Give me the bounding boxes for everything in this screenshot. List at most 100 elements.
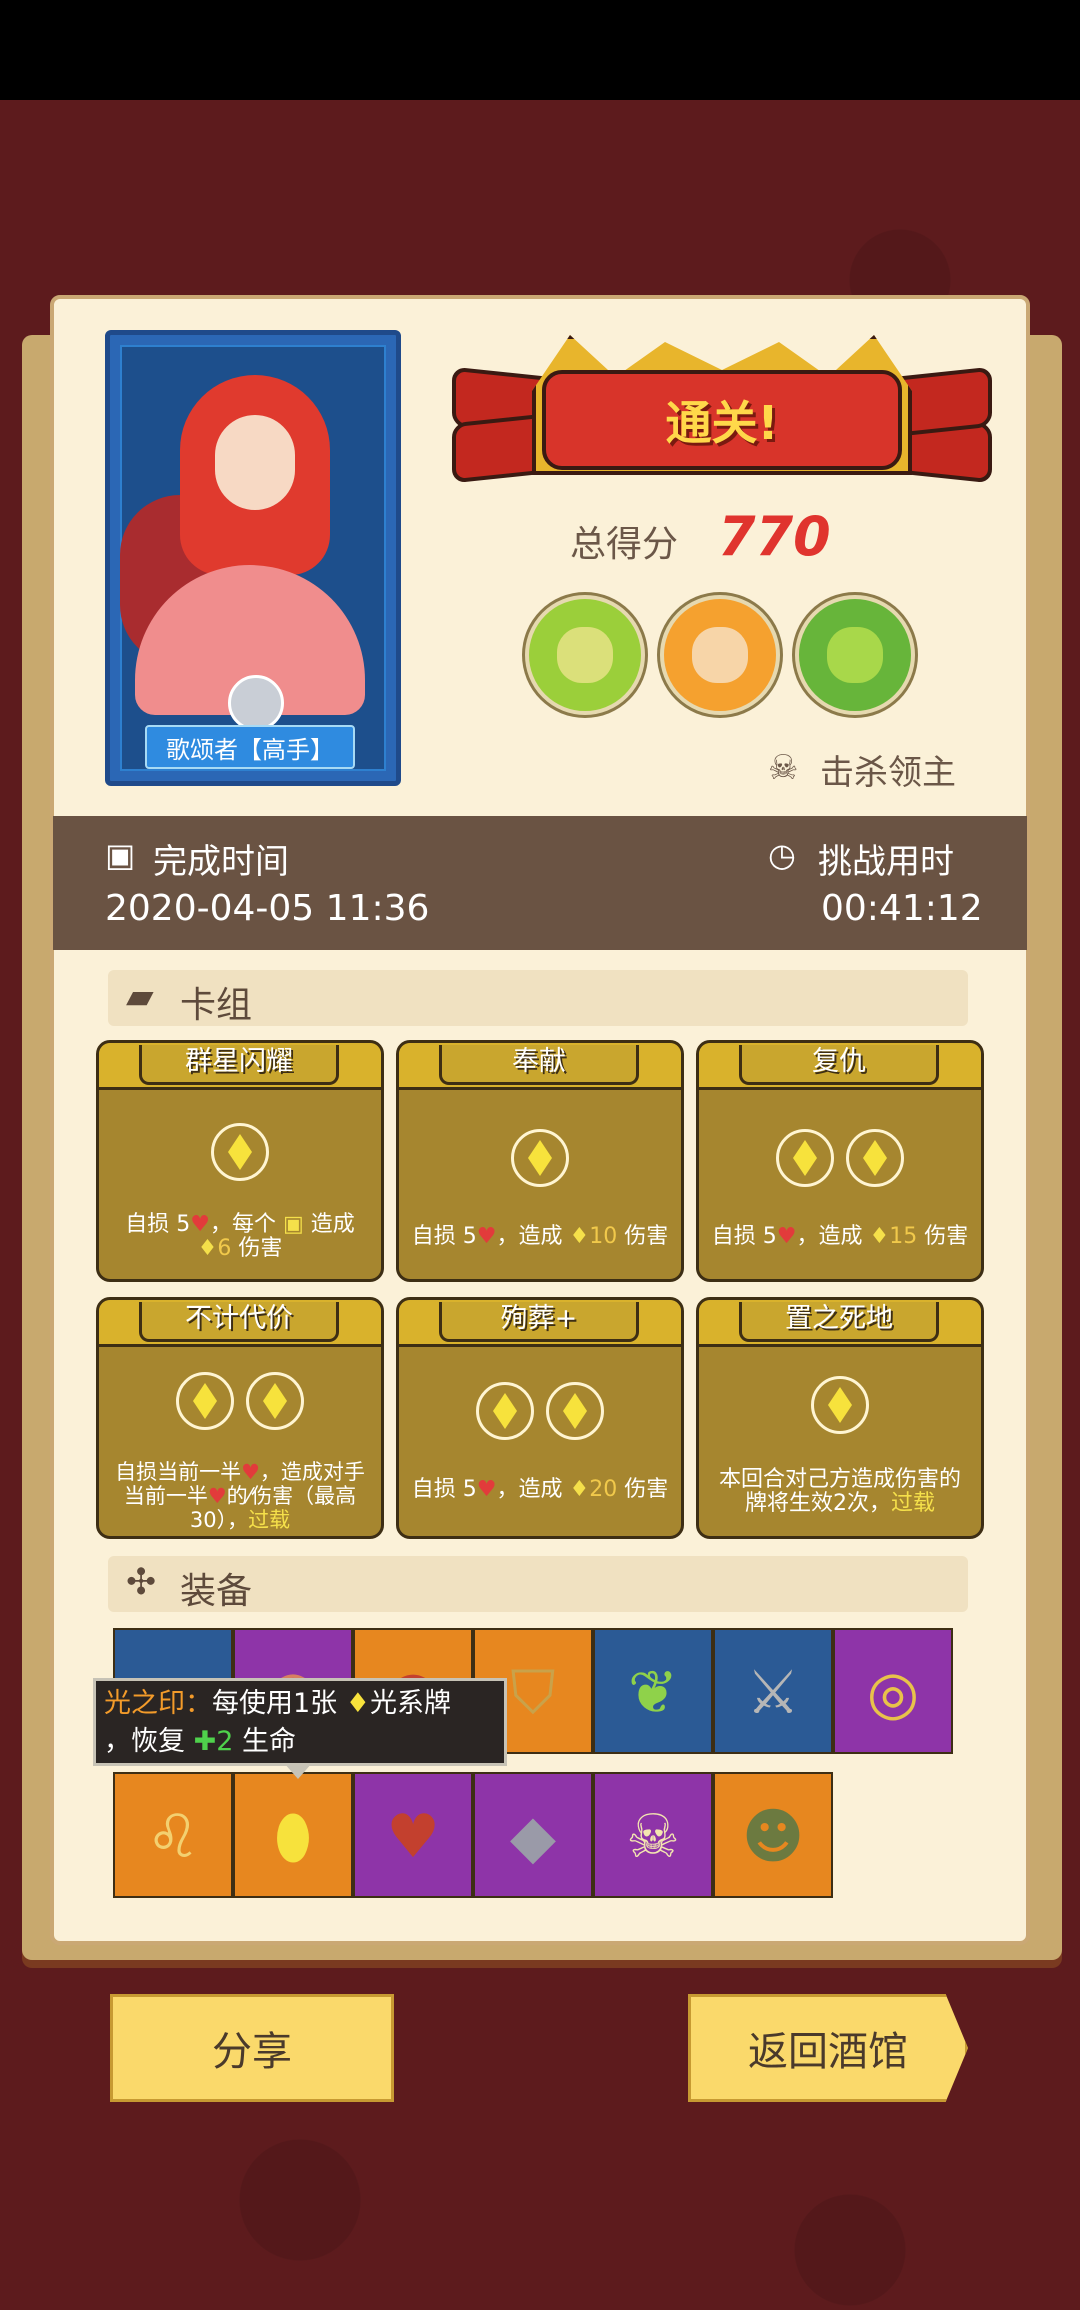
card-description: 自损 5♥，每个 ▣ 造成 ♦6 伤害 [109,1213,371,1261]
share-button[interactable]: 分享 [110,1994,394,2102]
back-to-tavern-button[interactable]: 返回酒馆 [688,1994,968,2102]
damage-value: 6 [217,1236,232,1261]
heart-icon: ♥ [241,1460,260,1484]
light-gem-icon [211,1123,269,1181]
card-description: 自损 5♥，造成 ♦15 伤害 [709,1225,971,1249]
duration-value: 00:41:12 [821,888,983,929]
equip-slot-8[interactable]: ♌ [113,1772,233,1898]
desc-text: 自损 5 [125,1212,191,1237]
leaf-icon: ❦ [627,1658,679,1728]
lion-ring-icon: ♌ [146,1802,200,1872]
overload-keyword: 过载 [248,1508,291,1532]
equip-slot-6[interactable]: ⚔ [713,1628,833,1754]
card-name: 群星闪耀 [139,1045,339,1085]
heart-icon: ♥ [776,1224,797,1249]
warrior-icon [692,627,748,683]
goblin-icon [827,627,883,683]
equip-slot-light-seal[interactable]: ⬮ [233,1772,353,1898]
card-cost [99,1123,381,1185]
card-description: 自损当前一半♥，造成对手当前一半♥的⁄伤害（最高30），过载 [109,1460,371,1532]
ring-icon: ◎ [866,1658,920,1728]
desc-text: 伤害 [617,1224,669,1249]
equip-slot-11[interactable]: ◆ [473,1772,593,1898]
heart-icon: ♥ [207,1484,227,1508]
desc-text: ，每个 [209,1212,283,1237]
desc-text: 伤害 [231,1236,283,1261]
mask-icon: ☻ [741,1802,805,1872]
light-gem-icon: ♦ [869,1224,890,1249]
tooltip-pointer [284,1763,312,1779]
card-fengxian[interactable]: 奉献 自损 5♥，造成 ♦10 伤害 [396,1040,684,1282]
rank-medal-icon [228,675,284,731]
light-gem-icon [846,1129,904,1187]
equip-slot-10[interactable]: ♥ [353,1772,473,1898]
card-description: 自损 5♥，造成 ♦20 伤害 [409,1478,671,1502]
tooltip-item-name: 光之印： [104,1688,212,1719]
tooltip-text: 光系牌 [370,1688,451,1719]
desc-text: ，造成 [496,1224,570,1249]
desc-text: 造成 [303,1212,355,1237]
equip-slot-7[interactable]: ◎ [833,1628,953,1754]
overload-keyword: 过载 [890,1491,935,1516]
light-gem-icon: ♦ [345,1688,370,1719]
desc-text: 伤害 [917,1224,969,1249]
card-cost [699,1376,981,1438]
light-card-icon: ▣ [282,1212,304,1237]
heart-icon: ♥ [476,1224,497,1249]
card-bujidaijia[interactable]: 不计代价 自损当前一半♥，造成对手当前一半♥的⁄伤害（最高30），过载 [96,1297,384,1539]
boss-kill-icon: ☠ [768,748,799,788]
skull-icon [557,627,613,683]
tooltip-text: 每使用1张 [212,1688,338,1719]
card-qunxing[interactable]: 群星闪耀 自损 5♥，每个 ▣ 造成 ♦6 伤害 [96,1040,384,1282]
boss-avatar-goblin[interactable] [795,595,915,715]
card-name: 置之死地 [739,1302,939,1342]
damage-value: 20 [589,1477,618,1502]
dagger-icon: ⚔ [746,1658,800,1728]
damage-value: 15 [889,1224,918,1249]
deck-header-text: 卡组 [180,985,253,1026]
bosses-label: 击杀领主 [820,753,956,793]
boss-list [525,595,925,725]
desc-text: 自损 5 [411,1477,477,1502]
card-name: 奉献 [439,1045,639,1085]
card-zhizhisidi[interactable]: 置之死地 本回合对己方造成伤害的牌将生效2次，过载 [696,1297,984,1539]
deck-header: ▰ 卡组 [108,970,968,1026]
equipment-tooltip: 光之印：每使用1张 ♦光系牌 ，恢复 ✚2 生命 [93,1678,507,1766]
complete-time-value: 2020-04-05 11:36 [105,888,430,929]
light-gem-icon [546,1382,604,1440]
card-name: 不计代价 [139,1302,339,1342]
card-fuchou[interactable]: 复仇 自损 5♥，造成 ♦15 伤害 [696,1040,984,1282]
score-label: 总得分 [570,524,679,565]
desc-text: ，造成 [496,1477,570,1502]
score-value: 770 [718,505,831,568]
equipment-icon: ✣ [126,1562,157,1603]
heart-stone-icon: ♥ [386,1802,440,1872]
light-gem-icon: ♦ [197,1236,218,1261]
tooltip-text: 生命 [233,1726,296,1757]
light-gem-icon [246,1372,304,1430]
heart-icon: ♥ [190,1212,210,1237]
light-gem-icon [811,1376,869,1434]
banner-title: 通关! [665,396,779,450]
equip-slot-5[interactable]: ❦ [593,1628,713,1754]
complete-time-label: 完成时间 [153,842,289,882]
card-description: 本回合对己方造成伤害的牌将生效2次，过载 [709,1468,971,1516]
card-cost [399,1382,681,1444]
calendar-icon: ▣ [105,836,136,874]
boss-avatar-warrior[interactable] [660,595,780,715]
desc-text: 伤害 [617,1477,669,1502]
equipment-header-text: 装备 [180,1571,253,1612]
damage-value: 10 [589,1224,618,1249]
crystal-icon: ◆ [509,1802,557,1872]
spellbook-icon: ☠ [626,1802,680,1872]
desc-text: ，造成 [796,1224,870,1249]
hero-portrait[interactable]: 歌颂者【高手】 [105,330,401,786]
light-seal-icon: ⬮ [274,1802,312,1872]
status-bar [0,0,1080,100]
boss-avatar-skull[interactable] [525,595,645,715]
equip-slot-12[interactable]: ☠ [593,1772,713,1898]
heart-icon: ♥ [476,1477,497,1502]
equip-slot-13[interactable]: ☻ [713,1772,833,1898]
desc-text: 自损当前一半 [115,1460,242,1484]
card-xunzang[interactable]: 殉葬+ 自损 5♥，造成 ♦20 伤害 [396,1297,684,1539]
